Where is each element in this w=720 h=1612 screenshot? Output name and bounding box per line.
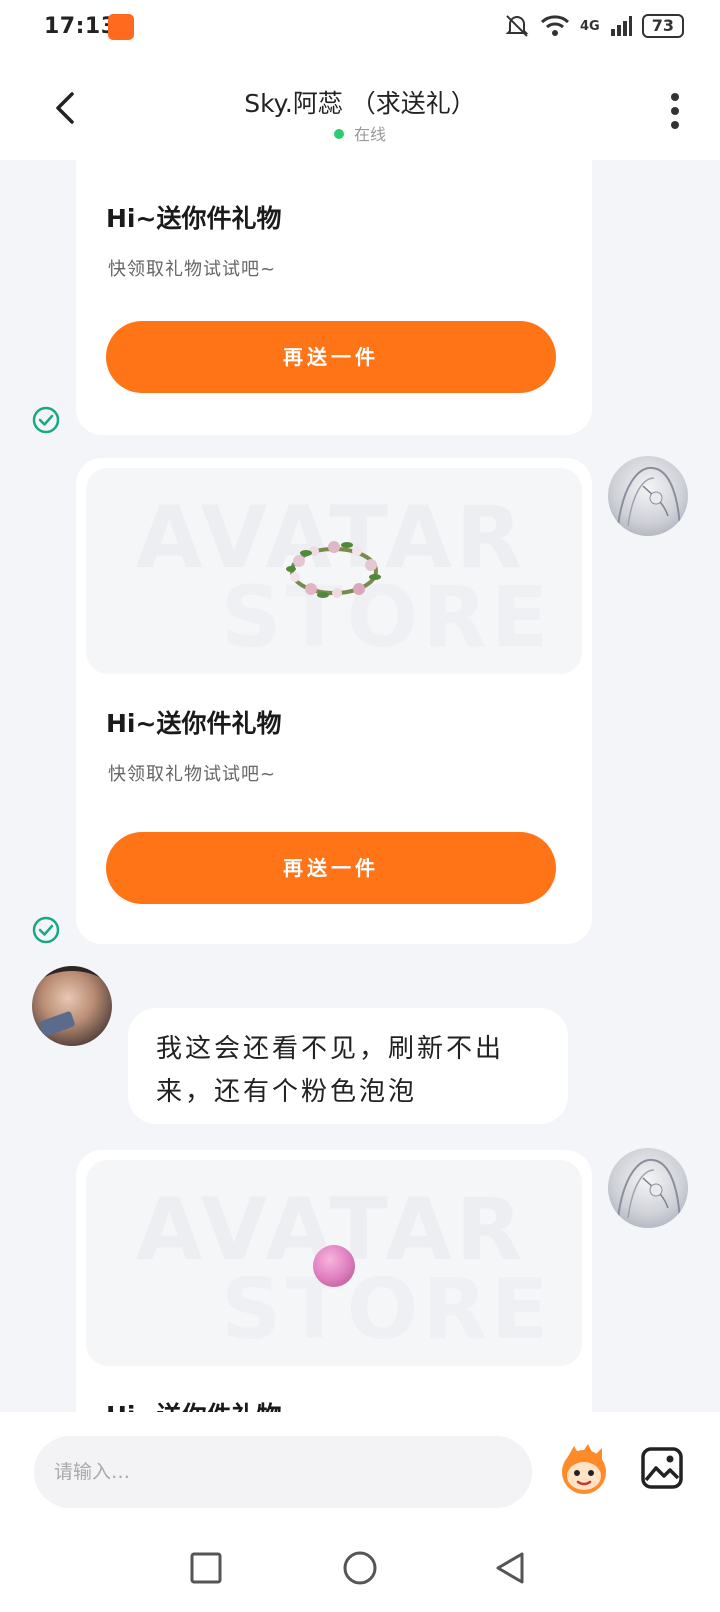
gift-image: AVATAR STORE [86, 468, 582, 674]
gift-card: Hi~送你件礼物 快领取礼物试试吧~ 再送一件 [76, 145, 592, 435]
online-status: 在线 [0, 121, 720, 145]
app-notification-icon [108, 14, 134, 40]
send-again-button[interactable]: 再送一件 [106, 321, 556, 393]
gift-card-title: Hi~送你件礼物 [106, 204, 282, 233]
send-again-button[interactable]: 再送一件 [106, 832, 556, 904]
gift-card: AVATAR STORE Hi~送你件礼物 [76, 1150, 592, 1412]
message-input[interactable]: 请输入… [34, 1436, 532, 1508]
input-bar: 请输入… [0, 1412, 720, 1530]
contact-avatar[interactable] [608, 456, 688, 536]
gift-card-title: Hi~送你件礼物 [106, 709, 282, 738]
gift-card-subtitle: 快领取礼物试试吧~ [108, 259, 277, 280]
more-options-icon[interactable] [670, 92, 680, 130]
status-time: 17:13 [44, 14, 117, 39]
read-check-icon [32, 916, 60, 944]
mascot-emoji-icon[interactable] [556, 1442, 612, 1498]
flower-crown-icon [286, 541, 381, 598]
pink-bubble-icon [313, 1245, 355, 1287]
image-picker-icon[interactable] [640, 1446, 684, 1490]
online-dot [333, 129, 344, 139]
anime-portrait-icon [617, 466, 681, 529]
gift-card-subtitle: 快领取礼物试试吧~ [108, 764, 277, 785]
recent-apps-icon[interactable] [186, 1548, 226, 1588]
read-check-icon [32, 406, 60, 434]
contact-avatar[interactable] [608, 1148, 688, 1228]
anime-portrait-icon [617, 1158, 681, 1221]
online-status-label: 在线 [353, 125, 386, 144]
chat-title: Sky.阿蕊 （求送礼） [244, 89, 476, 118]
message-bubble: 我这会还看不见，刷新不出来，还有个粉色泡泡 [128, 1008, 568, 1124]
gift-image: AVATAR STORE [86, 1160, 582, 1366]
battery-indicator: 73 [641, 14, 684, 38]
user-photo-icon [32, 966, 112, 1037]
back-nav-icon[interactable] [490, 1548, 530, 1588]
wifi-icon [540, 15, 570, 36]
watermark-store: STORE [221, 1260, 553, 1358]
system-nav-bar [0, 1530, 720, 1612]
status-bar: 17:13 4G 73 [0, 0, 720, 58]
home-icon[interactable] [340, 1548, 380, 1588]
gift-card-title: Hi~送你件礼物 [106, 1396, 281, 1412]
mute-bell-icon [505, 15, 529, 37]
network-type: 4G [580, 18, 600, 34]
status-icons: 4G 73 [504, 13, 684, 39]
gift-card: AVATAR STORE Hi~送你件礼物 快领取礼物试试吧~ 再送一件 [76, 458, 592, 944]
sender-avatar[interactable] [32, 966, 112, 1046]
signal-icon [610, 16, 632, 36]
